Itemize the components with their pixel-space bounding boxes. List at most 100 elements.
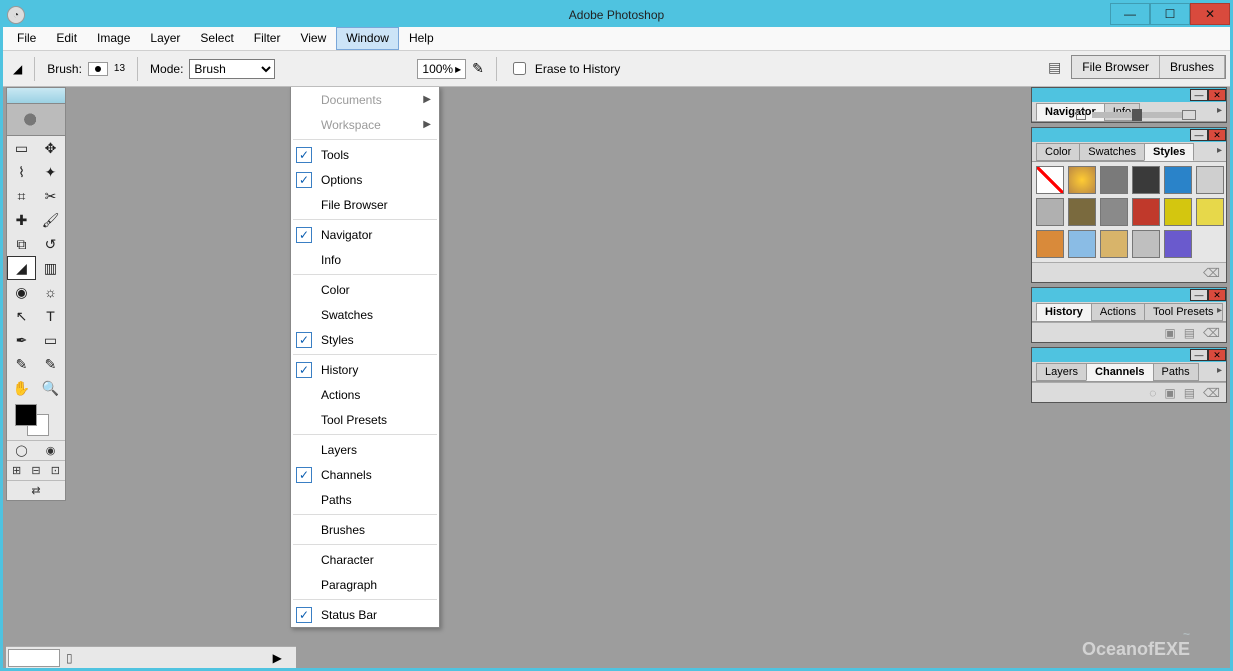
trash-icon[interactable]: ⌫ — [1203, 266, 1220, 280]
style-swatch-2[interactable] — [1100, 166, 1128, 194]
tab-history[interactable]: History — [1036, 303, 1092, 321]
style-swatch-15[interactable] — [1132, 230, 1160, 258]
slice-tool[interactable]: ✂ — [36, 184, 65, 208]
style-swatch-8[interactable] — [1100, 198, 1128, 226]
menu-item-styles[interactable]: ✓Styles — [291, 327, 439, 352]
menu-item-character[interactable]: Character — [291, 547, 439, 572]
status-menu-icon[interactable]: ▶ — [273, 651, 282, 665]
new-document-icon[interactable]: ▤ — [1184, 326, 1195, 340]
load-selection-icon[interactable]: ◌ — [1149, 386, 1156, 400]
shape-tool[interactable]: ▭ — [36, 328, 65, 352]
tab-layers[interactable]: Layers — [1036, 363, 1087, 381]
panel-menu-icon[interactable]: ▸ — [1217, 305, 1222, 316]
panel-menu-icon[interactable]: ▸ — [1217, 365, 1222, 376]
panel-menu-icon[interactable]: ▸ — [1217, 105, 1222, 116]
stamp-tool[interactable]: ⧉ — [7, 232, 36, 256]
menu-item-channels[interactable]: ✓Channels — [291, 462, 439, 487]
eraser-tool[interactable]: ◢ — [7, 256, 36, 280]
panel-close-button[interactable]: ✕ — [1208, 129, 1226, 141]
brush-preset-picker[interactable] — [88, 62, 108, 76]
menu-item-brushes[interactable]: Brushes — [291, 517, 439, 542]
menu-item-tools[interactable]: ✓Tools — [291, 142, 439, 167]
panel-titlebar[interactable]: — ✕ — [1032, 88, 1226, 102]
menu-item-history[interactable]: ✓History — [291, 357, 439, 382]
panel-minimize-button[interactable]: — — [1190, 89, 1208, 101]
zoom-tool[interactable]: 🔍 — [36, 376, 65, 400]
move-tool[interactable]: ✥ — [36, 136, 65, 160]
well-tab-file-browser[interactable]: File Browser — [1072, 56, 1160, 78]
menu-item-paths[interactable]: Paths — [291, 487, 439, 512]
style-swatch-1[interactable] — [1068, 166, 1096, 194]
style-swatch-9[interactable] — [1132, 198, 1160, 226]
new-channel-icon[interactable]: ▤ — [1184, 386, 1195, 400]
document-icon[interactable]: ▤ — [1048, 59, 1061, 76]
style-swatch-7[interactable] — [1068, 198, 1096, 226]
brush-tool[interactable]: 🖌 — [36, 208, 65, 232]
history-brush-tool[interactable]: ↺ — [36, 232, 65, 256]
heal-tool[interactable]: ✚ — [7, 208, 36, 232]
menu-item-file-browser[interactable]: File Browser — [291, 192, 439, 217]
panel-close-button[interactable]: ✕ — [1208, 349, 1226, 361]
dodge-tool[interactable]: ☼ — [36, 280, 65, 304]
maximize-button[interactable]: ☐ — [1150, 3, 1190, 25]
jump-to-imageready-icon[interactable]: ⇄ — [7, 480, 65, 500]
menu-select[interactable]: Select — [190, 27, 243, 50]
mode-select[interactable]: Brush — [189, 59, 275, 79]
well-tab-brushes[interactable]: Brushes — [1160, 56, 1225, 78]
tab-color[interactable]: Color — [1036, 143, 1080, 161]
notes-tool[interactable]: ✎ — [7, 352, 36, 376]
tab-styles[interactable]: Styles — [1144, 143, 1194, 161]
style-swatch-13[interactable] — [1068, 230, 1096, 258]
airbrush-icon[interactable]: ✎ — [472, 60, 484, 77]
menu-item-color[interactable]: Color — [291, 277, 439, 302]
panel-minimize-button[interactable]: — — [1190, 289, 1208, 301]
menu-item-navigator[interactable]: ✓Navigator — [291, 222, 439, 247]
foreground-color-swatch[interactable] — [15, 404, 37, 426]
close-button[interactable]: ✕ — [1190, 3, 1230, 25]
style-swatch-4[interactable] — [1164, 166, 1192, 194]
blur-tool[interactable]: ◉ — [7, 280, 36, 304]
style-swatch-11[interactable] — [1196, 198, 1224, 226]
menu-item-options[interactable]: ✓Options — [291, 167, 439, 192]
document-size-icon[interactable]: ▯ — [66, 651, 73, 665]
menu-filter[interactable]: Filter — [244, 27, 291, 50]
trash-icon[interactable]: ⌫ — [1203, 386, 1220, 400]
pen-tool[interactable]: ✒ — [7, 328, 36, 352]
panel-close-button[interactable]: ✕ — [1208, 89, 1226, 101]
quickmask-mode-icon[interactable]: ◉ — [36, 440, 65, 460]
tab-actions[interactable]: Actions — [1091, 303, 1145, 321]
menu-layer[interactable]: Layer — [140, 27, 190, 50]
panel-close-button[interactable]: ✕ — [1208, 289, 1226, 301]
path-select-tool[interactable]: ↖ — [7, 304, 36, 328]
screen-standard-icon[interactable]: ⊞ — [7, 460, 26, 480]
wand-tool[interactable]: ✦ — [36, 160, 65, 184]
hand-tool[interactable]: ✋ — [7, 376, 36, 400]
menu-window[interactable]: Window — [336, 27, 399, 50]
tab-channels[interactable]: Channels — [1086, 363, 1154, 381]
tab-swatches[interactable]: Swatches — [1079, 143, 1145, 161]
menu-file[interactable]: File — [7, 27, 46, 50]
title-bar[interactable]: ◔ Adobe Photoshop — ☐ ✕ — [3, 3, 1230, 27]
marquee-tool[interactable]: ▭ — [7, 136, 36, 160]
menu-view[interactable]: View — [290, 27, 336, 50]
new-snapshot-icon[interactable]: ▣ — [1164, 326, 1175, 340]
style-swatch-14[interactable] — [1100, 230, 1128, 258]
zoom-out-icon[interactable] — [1076, 110, 1086, 120]
minimize-button[interactable]: — — [1110, 3, 1150, 25]
style-swatch-0[interactable] — [1036, 166, 1064, 194]
menu-item-paragraph[interactable]: Paragraph — [291, 572, 439, 597]
standard-mode-icon[interactable]: ◯ — [7, 440, 36, 460]
style-swatch-12[interactable] — [1036, 230, 1064, 258]
panel-minimize-button[interactable]: — — [1190, 129, 1208, 141]
tab-tool-presets[interactable]: Tool Presets — [1144, 303, 1223, 321]
zoom-in-icon[interactable] — [1182, 110, 1196, 120]
panel-menu-icon[interactable]: ▸ — [1217, 145, 1222, 156]
flow-field[interactable]: 100%▸ — [417, 59, 466, 79]
menu-help[interactable]: Help — [399, 27, 444, 50]
type-tool[interactable]: T — [36, 304, 65, 328]
menu-item-layers[interactable]: Layers — [291, 437, 439, 462]
tab-paths[interactable]: Paths — [1153, 363, 1199, 381]
toolbox-titlebar[interactable] — [7, 88, 65, 104]
style-swatch-16[interactable] — [1164, 230, 1192, 258]
eyedropper-tool[interactable]: ✎ — [36, 352, 65, 376]
